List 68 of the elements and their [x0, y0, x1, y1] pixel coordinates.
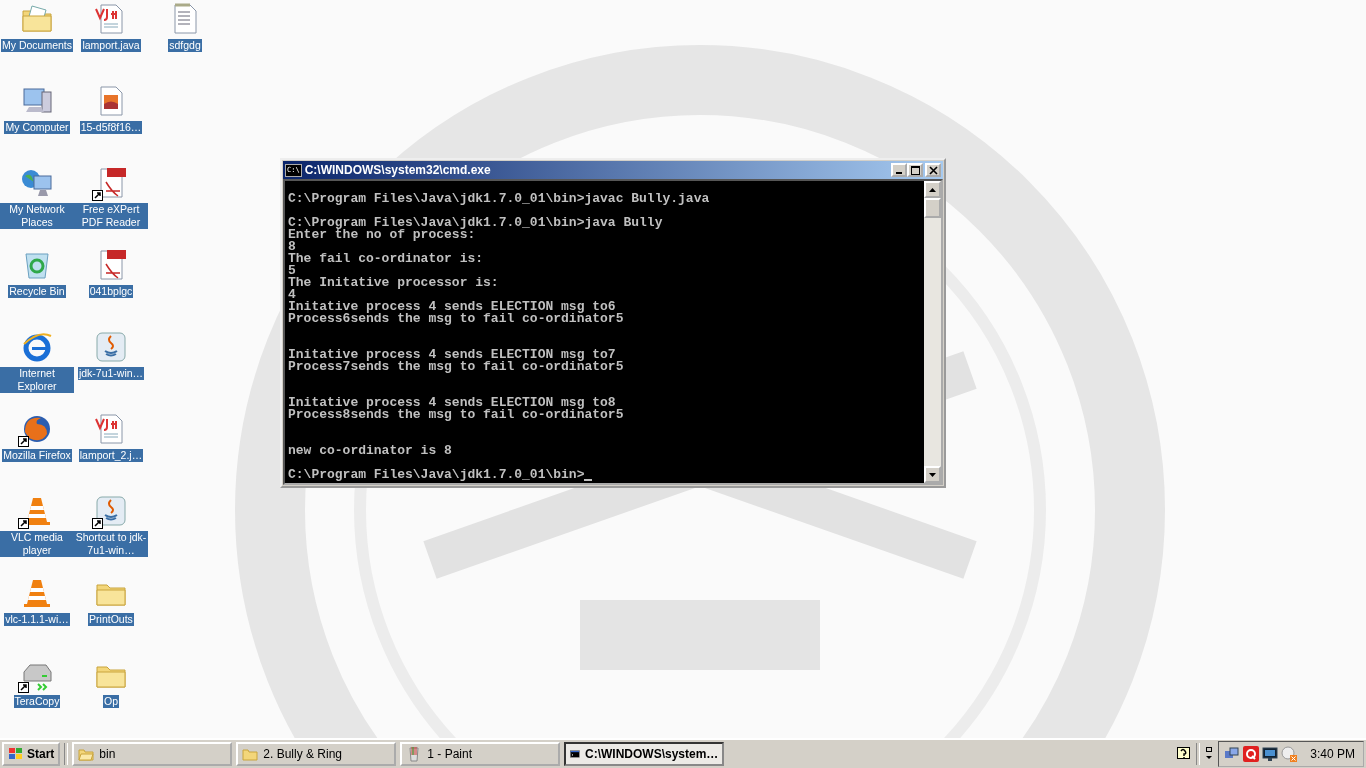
- folder-icon: [242, 746, 259, 762]
- close-icon: [928, 165, 938, 175]
- console-line: Initative process 4 sends ELECTION msg to6: [288, 301, 616, 313]
- desktop-icon-label[interactable]: 041bplgc: [88, 285, 134, 298]
- start-button[interactable]: Start: [2, 742, 61, 766]
- help-icon[interactable]: [1176, 746, 1193, 762]
- console-line: 8: [288, 241, 296, 253]
- text-cursor: [584, 479, 593, 481]
- show-more-icon[interactable]: [1204, 746, 1215, 762]
- shortcut-arrow-icon: [18, 682, 29, 693]
- clock[interactable]: 3:40 PM: [1310, 747, 1355, 761]
- desktop-icon-label[interactable]: Recycle Bin: [8, 285, 66, 298]
- desktop-icon-label[interactable]: lamport.java: [81, 39, 141, 52]
- console-line: Process6sends the msg to fail co-ordinator5: [288, 313, 625, 325]
- desktop-icon-label[interactable]: My Computer: [4, 121, 70, 134]
- console-line: new co-ordinator is 8: [288, 445, 453, 457]
- console-line: Process7sends the msg to fail co-ordinator5: [288, 361, 625, 373]
- minimize-icon: [896, 172, 902, 174]
- close-button[interactable]: [925, 163, 941, 177]
- console-line: Process8sends the msg to fail co-ordinator5: [288, 409, 625, 421]
- taskbar-button[interactable]: 1 - Paint: [400, 742, 561, 766]
- window-title: C:\WINDOWS\system32\cmd.exe: [304, 163, 492, 177]
- console-line: Enter the no of process:: [288, 229, 476, 241]
- desktop-icon-label[interactable]: My Documents: [1, 39, 73, 52]
- desktop-icon-label[interactable]: Op: [103, 695, 119, 708]
- console-line: Initative process 4 sends ELECTION msg to8: [288, 397, 616, 409]
- desktop-icon-label[interactable]: lamport_2.j…: [78, 449, 144, 462]
- shortcut-arrow-icon: [92, 190, 103, 201]
- scroll-down-button[interactable]: [924, 466, 941, 483]
- desktop-icon-label[interactable]: My Network Places: [0, 203, 74, 229]
- console-line: C:\Program Files\Java\jdk1.7.0_01\bin>javac Bully.java: [288, 193, 711, 205]
- console-line: The fail co-ordinator is:: [288, 253, 485, 265]
- q-icon[interactable]: [1243, 746, 1260, 762]
- desktop-icon-label[interactable]: 15-d5f8f16…: [79, 121, 143, 134]
- shortcut-arrow-icon: [18, 518, 29, 529]
- console-prompt: C:\Program Files\Java\jdk1.7.0_01\bin>: [288, 469, 585, 481]
- desktop-icon-label[interactable]: vlc-1.1.1-wi…: [4, 613, 70, 626]
- scrollbar-thumb[interactable]: [924, 198, 941, 218]
- down-arrow-icon: [929, 472, 936, 477]
- vertical-scrollbar[interactable]: [924, 181, 941, 483]
- java-icon[interactable]: [94, 494, 128, 528]
- console-line: Initative process 4 sends ELECTION msg to7: [288, 349, 616, 361]
- shortcut-arrow-icon: [18, 436, 29, 447]
- desktop-icon-label[interactable]: VLC media player: [0, 531, 74, 557]
- desktop-icon-label[interactable]: sdfgdg: [168, 39, 202, 52]
- shortcut-arrow-icon: [92, 518, 103, 529]
- console-line: 4: [288, 289, 296, 301]
- desktop-icon-label[interactable]: TeraCopy: [13, 695, 61, 708]
- maximize-icon: [910, 165, 920, 175]
- console-line: The Initative processor is:: [288, 277, 500, 289]
- monitor-icon[interactable]: [1262, 746, 1279, 762]
- desktop-icon-label[interactable]: Mozilla Firefox: [2, 449, 72, 462]
- windows-logo-icon: [8, 747, 24, 761]
- desktop-icon-label[interactable]: Free eXPert PDF Reader: [74, 203, 148, 229]
- taskbar-button[interactable]: 2. Bully & Ring: [236, 742, 397, 766]
- up-arrow-icon: [929, 187, 936, 192]
- desktop-icon-label[interactable]: Internet Explorer: [0, 367, 74, 393]
- console-line: C:\Program Files\Java\jdk1.7.0_01\bin>java Bully: [288, 217, 664, 229]
- scroll-up-button[interactable]: [924, 181, 941, 198]
- folder-open-icon: [78, 746, 95, 762]
- console-line: 5: [288, 265, 296, 277]
- maximize-button[interactable]: [907, 163, 923, 177]
- taskbar-button[interactable]: bin: [72, 742, 233, 766]
- minimize-button[interactable]: [891, 163, 907, 177]
- desktop-icon-label[interactable]: jdk-7u1-win…: [77, 367, 145, 380]
- desktop-icon-label[interactable]: PrintOuts: [88, 613, 134, 626]
- desktop-icon-label[interactable]: Shortcut to jdk-7u1-win…: [74, 531, 148, 557]
- taskbar-button[interactable]: C:\WINDOWS\system…: [564, 742, 725, 766]
